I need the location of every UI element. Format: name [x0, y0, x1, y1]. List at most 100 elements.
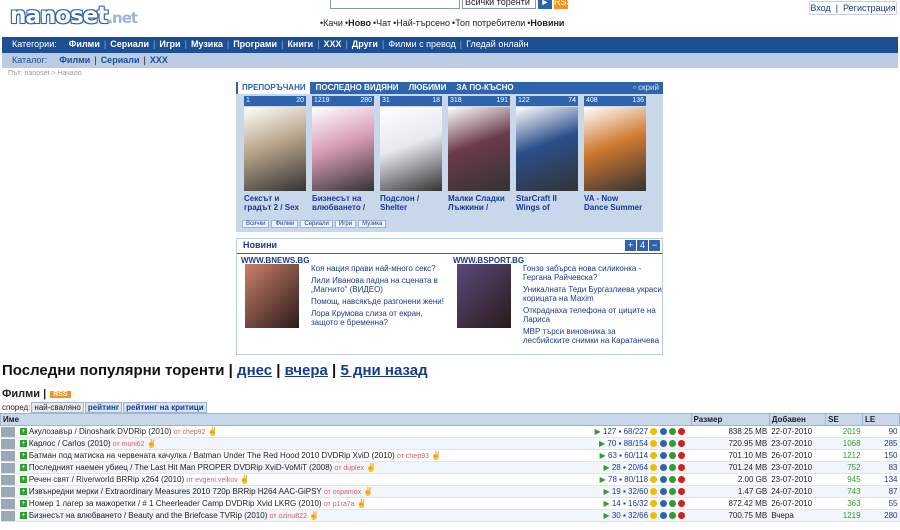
torrent-name-link[interactable]: Бизнесът на влюбването / Beauty and the …: [29, 511, 268, 520]
row-category-icon[interactable]: [0, 461, 18, 474]
expand-icon[interactable]: +: [19, 476, 27, 484]
news-thumbnail[interactable]: [457, 264, 511, 328]
card-title[interactable]: VA - Now Dance Summer: [584, 194, 644, 212]
news-item[interactable]: Гонзо забърса нова силиконка - Гергана Р…: [523, 264, 663, 282]
row-category-icon[interactable]: [0, 437, 18, 450]
news-item[interactable]: МВР търси виновника за лесбийските снимк…: [523, 327, 663, 345]
recommended-tab[interactable]: ЗА ПО-КЪСНО: [452, 82, 517, 94]
info-icon[interactable]: [659, 476, 667, 484]
rss-icon[interactable]: RSS: [554, 0, 573, 9]
card-poster[interactable]: [380, 107, 442, 191]
download-icon[interactable]: [668, 440, 676, 448]
download-icon[interactable]: [668, 488, 676, 496]
row-category-icon[interactable]: [0, 485, 18, 498]
uploader-name[interactable]: от chep93: [397, 453, 429, 460]
play-icon[interactable]: ▶: [600, 475, 608, 484]
recommended-card[interactable]: 31 18 Подслон / Shelter: [380, 96, 442, 212]
col-added[interactable]: Добавен: [768, 413, 827, 426]
catalog-link[interactable]: XXX: [146, 53, 172, 68]
expand-icon[interactable]: +: [19, 464, 27, 472]
category-link[interactable]: Филми: [65, 37, 104, 52]
col-name[interactable]: Име: [0, 413, 692, 426]
category-link[interactable]: Игри: [155, 37, 184, 52]
site-logo[interactable]: nanoset.net: [10, 3, 138, 29]
category-link[interactable]: Музика: [187, 37, 227, 52]
recommended-tab[interactable]: ЛЮБИМИ: [405, 82, 451, 94]
uploader-name[interactable]: от chep92: [174, 429, 206, 436]
torrent-name-link[interactable]: Речен свят / Riverworld BRRip x264 (2010…: [29, 475, 184, 484]
top-nav-item[interactable]: Най-търсено: [396, 18, 450, 28]
news-item[interactable]: Уникалната Теди Бургазлиева украси кориц…: [523, 285, 663, 303]
category-link[interactable]: Книги: [283, 37, 317, 52]
report-icon[interactable]: [678, 440, 686, 448]
torrent-name-link[interactable]: Батман под матиска на червената качулка …: [29, 451, 395, 460]
top-nav-item[interactable]: Ново: [348, 18, 371, 28]
card-title[interactable]: Подслон / Shelter: [380, 194, 440, 212]
catalog-link[interactable]: Сериали: [97, 53, 144, 68]
report-icon[interactable]: [678, 452, 686, 460]
expand-icon[interactable]: +: [19, 488, 27, 496]
report-icon[interactable]: [678, 428, 686, 436]
status-dot-icon[interactable]: [650, 512, 658, 520]
news-item[interactable]: Лора Крумова слиза от екран, защото е бр…: [311, 309, 451, 327]
expand-icon[interactable]: +: [19, 500, 27, 508]
news-item[interactable]: Коя нация прави най-много секс?: [311, 264, 451, 273]
top-nav-item[interactable]: Качи: [323, 18, 343, 28]
news-item[interactable]: Откраднаха телефона от циците на Лариса: [523, 306, 663, 324]
torrent-name-link[interactable]: Карлос / Carlos (2010): [29, 439, 111, 448]
status-dot-icon[interactable]: [650, 464, 658, 472]
play-icon[interactable]: ▶: [603, 511, 611, 520]
play-icon[interactable]: ▶: [603, 499, 611, 508]
search-input[interactable]: [330, 0, 460, 9]
uploader-name[interactable]: от evgeni.velkov: [186, 477, 237, 484]
card-poster[interactable]: [516, 107, 578, 191]
card-poster[interactable]: [312, 107, 374, 191]
five-days-link[interactable]: 5 дни назад: [340, 362, 427, 379]
top-nav-item[interactable]: Топ потребители: [455, 18, 525, 28]
sort-button[interactable]: най-сваляно: [31, 402, 84, 413]
films-rss-icon[interactable]: RSS: [50, 390, 71, 398]
card-title[interactable]: StarCraft II Wings of: [516, 194, 576, 212]
card-poster[interactable]: [584, 107, 646, 191]
recommended-card[interactable]: 318 191 Малки Сладки Лъжкини /: [448, 96, 510, 212]
hide-link[interactable]: ▫ скрий: [633, 82, 659, 94]
table-row[interactable]: + Извънредни мерки / Extraordinary Measur…: [0, 485, 900, 498]
row-category-icon[interactable]: [0, 509, 18, 522]
category-link[interactable]: Филми с превод: [384, 37, 459, 52]
row-category-icon[interactable]: [0, 473, 18, 486]
table-row[interactable]: + Акулозавър / Dinoshark DVDRip (2010) от…: [0, 425, 900, 438]
filter-button[interactable]: Филми: [271, 220, 299, 228]
filter-button[interactable]: Игри: [334, 220, 357, 228]
sort-button[interactable]: рейтинг: [84, 402, 123, 413]
uploader-name[interactable]: от muni62: [113, 441, 145, 448]
table-row[interactable]: + Карлос / Carlos (2010) от muni62 ✌ ▶ 70 …: [0, 437, 900, 450]
recommended-tab[interactable]: ПОСЛЕДНО ВИДЯНИ: [312, 82, 403, 94]
torrent-name-link[interactable]: Номер 1 лагер за мажоретки / # 1 Cheerle…: [29, 499, 322, 508]
col-le[interactable]: LE: [862, 413, 900, 426]
report-icon[interactable]: [678, 488, 686, 496]
download-icon[interactable]: [668, 476, 676, 484]
play-icon[interactable]: ▶: [603, 463, 611, 472]
news-prev-button[interactable]: +: [625, 240, 636, 251]
login-link[interactable]: Вход: [810, 3, 830, 13]
uploader-name[interactable]: от duplex: [334, 465, 364, 472]
search-category-select[interactable]: Всички торенти: [462, 0, 536, 9]
top-nav-item[interactable]: Чат: [376, 18, 391, 28]
card-poster[interactable]: [448, 107, 510, 191]
register-link[interactable]: Регистрация: [843, 3, 896, 13]
recommended-card[interactable]: 1 20 Сексът и градът 2 / Sex: [244, 96, 306, 212]
uploader-name[interactable]: от ozinu822: [270, 513, 307, 520]
row-category-icon[interactable]: [0, 425, 18, 438]
col-se[interactable]: SE: [825, 413, 864, 426]
table-row[interactable]: + Бизнесът на влюбването / Beauty and the…: [0, 509, 900, 522]
expand-icon[interactable]: +: [19, 512, 27, 520]
category-link[interactable]: Гледай онлайн: [462, 37, 532, 52]
info-icon[interactable]: [659, 512, 667, 520]
info-icon[interactable]: [659, 428, 667, 436]
catalog-link[interactable]: Филми: [55, 53, 94, 68]
filter-button[interactable]: Сериали: [300, 220, 333, 228]
play-icon[interactable]: ▶: [603, 487, 611, 496]
report-icon[interactable]: [678, 476, 686, 484]
report-icon[interactable]: [678, 512, 686, 520]
info-icon[interactable]: [659, 488, 667, 496]
